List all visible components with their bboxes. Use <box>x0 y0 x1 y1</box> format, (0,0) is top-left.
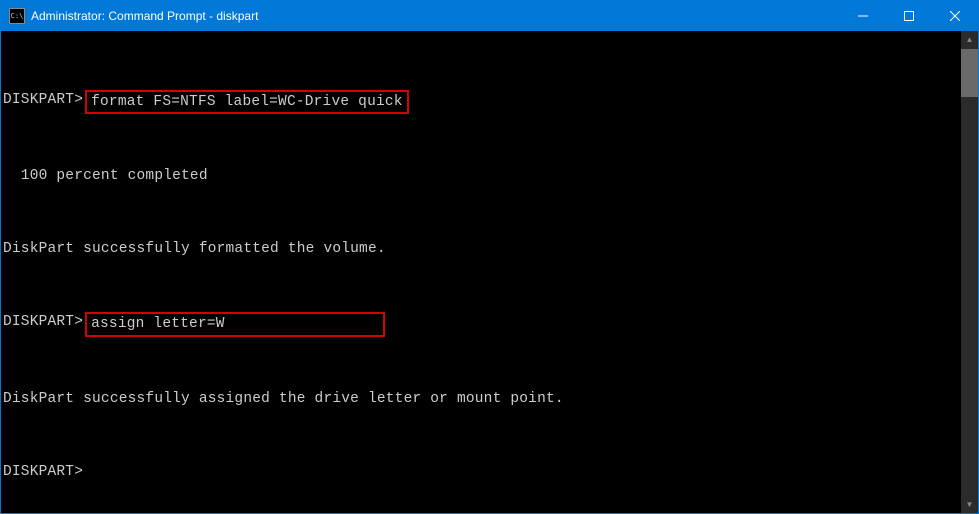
scroll-down-arrow-icon[interactable]: ▼ <box>961 496 978 513</box>
vertical-scrollbar[interactable]: ▲ ▼ <box>961 31 978 513</box>
app-icon: C:\ <box>9 8 25 24</box>
close-icon <box>950 11 960 21</box>
terminal-line: DiskPart successfully formatted the volu… <box>3 239 978 259</box>
scroll-up-arrow-icon[interactable]: ▲ <box>961 31 978 48</box>
terminal-output: DiskPart successfully formatted the volu… <box>3 239 386 259</box>
highlighted-command: assign letter=W <box>85 312 385 336</box>
terminal-line: DISKPART> <box>3 462 978 482</box>
terminal-line: DiskPart successfully assigned the drive… <box>3 389 978 409</box>
terminal-content: DISKPART>format FS=NTFS label=WC-Drive q… <box>1 31 978 513</box>
terminal-output: 100 percent completed <box>3 166 208 186</box>
window-title: Administrator: Command Prompt - diskpart <box>31 9 840 23</box>
terminal-line: DISKPART>format FS=NTFS label=WC-Drive q… <box>3 90 978 114</box>
prompt: DISKPART> <box>3 312 83 336</box>
terminal-line: 100 percent completed <box>3 166 978 186</box>
maximize-icon <box>904 11 914 21</box>
close-button[interactable] <box>932 1 978 31</box>
maximize-button[interactable] <box>886 1 932 31</box>
prompt: DISKPART> <box>3 462 83 482</box>
window-controls <box>840 1 978 31</box>
terminal-area[interactable]: DISKPART>format FS=NTFS label=WC-Drive q… <box>1 31 978 513</box>
titlebar[interactable]: C:\ Administrator: Command Prompt - disk… <box>1 1 978 31</box>
cmd-window: C:\ Administrator: Command Prompt - disk… <box>0 0 979 514</box>
minimize-button[interactable] <box>840 1 886 31</box>
minimize-icon <box>858 11 868 21</box>
terminal-line: DISKPART>assign letter=W <box>3 312 978 336</box>
scroll-thumb[interactable] <box>961 49 978 97</box>
prompt: DISKPART> <box>3 90 83 114</box>
highlighted-command: format FS=NTFS label=WC-Drive quick <box>85 90 409 114</box>
terminal-output: DiskPart successfully assigned the drive… <box>3 389 564 409</box>
